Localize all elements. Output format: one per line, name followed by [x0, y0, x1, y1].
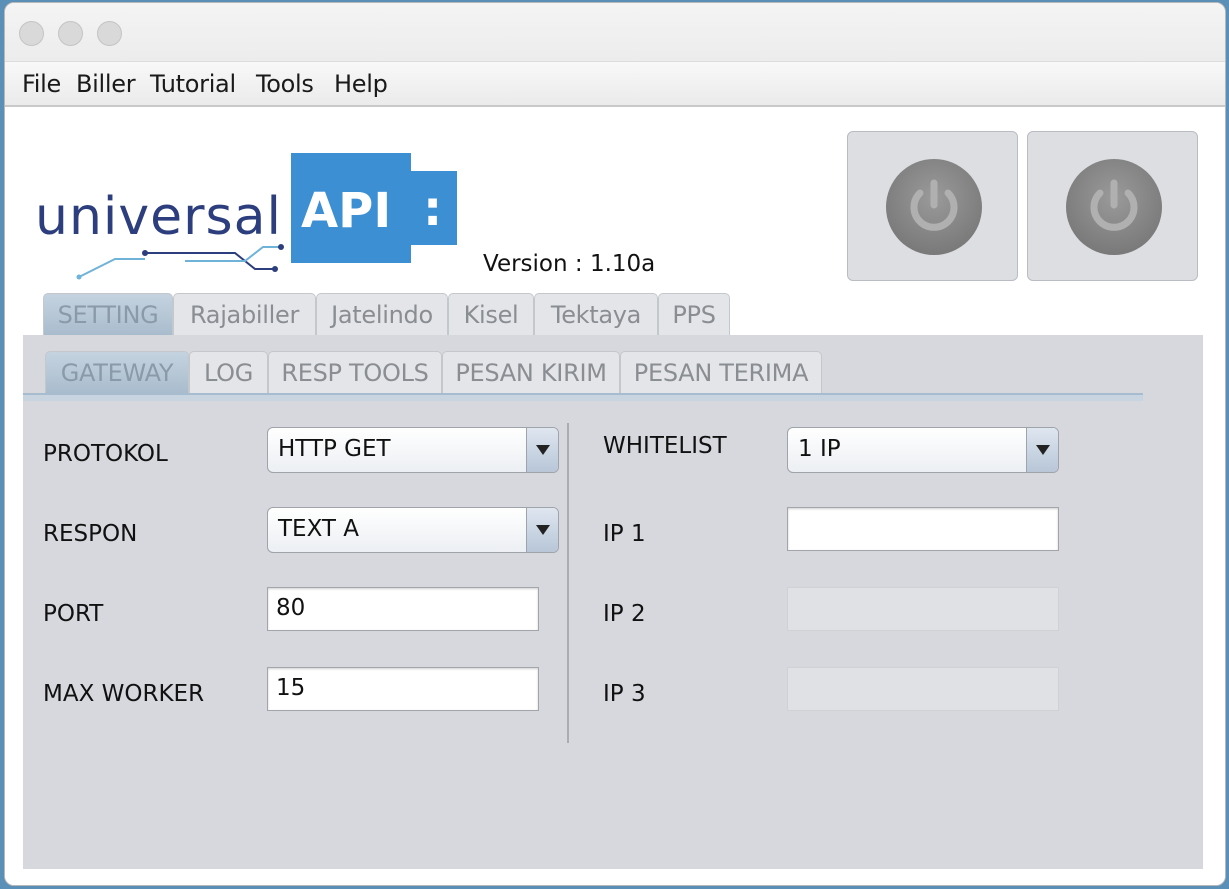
protokol-value: HTTP GET [278, 436, 391, 462]
chevron-down-icon [1026, 428, 1058, 472]
tab-resp-tools[interactable]: RESP TOOLS [268, 351, 442, 393]
protokol-label: PROTOKOL [43, 441, 168, 467]
menu-biller[interactable]: Biller [76, 70, 136, 98]
title-bar [5, 3, 1225, 61]
ip1-label: IP 1 [603, 521, 646, 547]
tab-gateway[interactable]: GATEWAY [45, 351, 189, 393]
stop-power-button[interactable] [1027, 131, 1198, 281]
tab-pesan-terima[interactable]: PESAN TERIMA [620, 351, 822, 393]
main-content: universal API : Version : 1.10a SETTING … [5, 109, 1225, 885]
power-icon [1090, 179, 1138, 231]
start-power-button[interactable] [847, 131, 1018, 281]
tab-setting[interactable]: SETTING [43, 293, 173, 335]
ip2-input [787, 587, 1059, 631]
respon-value: TEXT A [278, 516, 360, 542]
app-window: File Biller Tutorial Tools Help universa… [4, 2, 1226, 886]
port-label: PORT [43, 601, 104, 627]
max-worker-input[interactable]: 15 [267, 667, 539, 711]
column-divider [567, 423, 569, 743]
whitelist-select[interactable]: 1 IP [787, 427, 1059, 473]
ip3-input [787, 667, 1059, 711]
power-icon [910, 179, 958, 231]
zoom-window-button[interactable] [97, 21, 122, 46]
tab-log[interactable]: LOG [189, 351, 268, 393]
setting-panel: GATEWAY LOG RESP TOOLS PESAN KIRIM PESAN… [23, 335, 1203, 869]
tab-tektaya[interactable]: Tektaya [534, 293, 658, 335]
menu-bar: File Biller Tutorial Tools Help [5, 61, 1225, 107]
menu-file[interactable]: File [22, 70, 61, 98]
tab-kisel[interactable]: Kisel [448, 293, 534, 335]
menu-help[interactable]: Help [334, 70, 388, 98]
respon-label: RESPON [43, 521, 138, 547]
respon-select[interactable]: TEXT A [267, 507, 559, 553]
tab-pesan-kirim[interactable]: PESAN KIRIM [442, 351, 620, 393]
ip1-input[interactable] [787, 507, 1059, 551]
circuit-line-icon [76, 244, 284, 280]
port-input[interactable]: 80 [267, 587, 539, 631]
close-window-button[interactable] [19, 21, 44, 46]
chevron-down-icon [526, 508, 558, 552]
max-worker-value: 15 [276, 675, 306, 701]
version-label: Version : 1.10a [483, 251, 656, 277]
chevron-down-icon [526, 428, 558, 472]
ip3-label: IP 3 [603, 681, 646, 707]
logo-api-text: API [301, 183, 392, 239]
minimize-window-button[interactable] [58, 21, 83, 46]
ip2-label: IP 2 [603, 601, 646, 627]
protokol-select[interactable]: HTTP GET [267, 427, 559, 473]
port-value: 80 [276, 595, 306, 621]
menu-tools[interactable]: Tools [256, 70, 314, 98]
tab-rajabiller[interactable]: Rajabiller [173, 293, 316, 335]
max-worker-label: MAX WORKER [43, 681, 205, 707]
tab-pps[interactable]: PPS [658, 293, 730, 335]
whitelist-label: WHITELIST [603, 433, 727, 459]
tab-jatelindo[interactable]: Jatelindo [316, 293, 448, 335]
whitelist-value: 1 IP [798, 436, 841, 462]
subtab-strip-divider [23, 393, 1143, 401]
logo-colon: : [423, 181, 443, 237]
menu-tutorial[interactable]: Tutorial [150, 70, 236, 98]
